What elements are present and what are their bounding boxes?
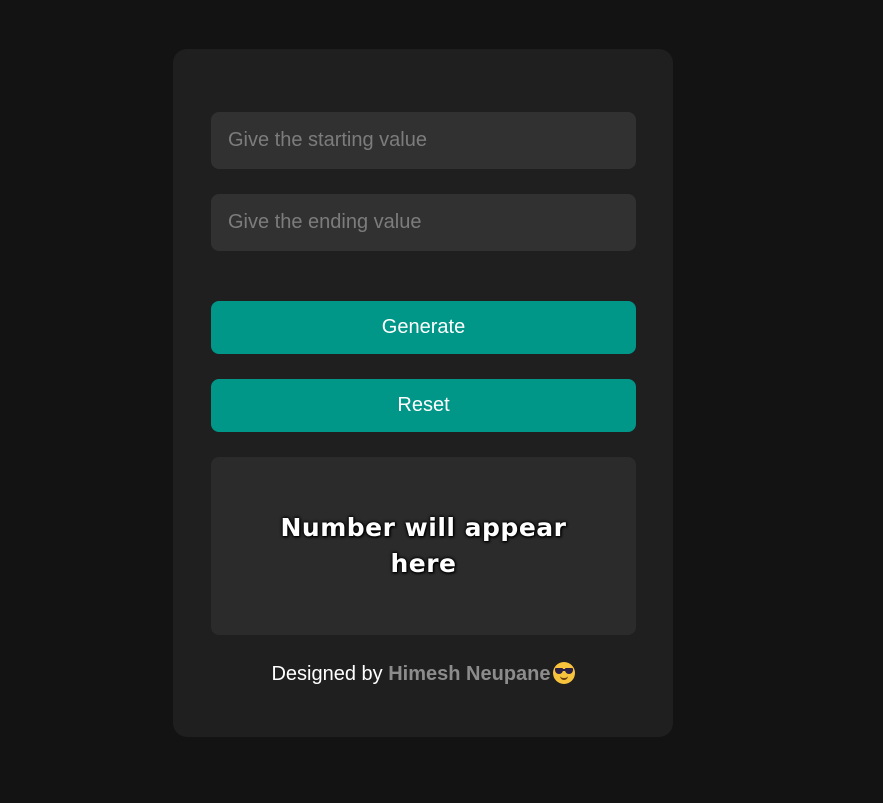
result-text: Number will appear here	[280, 513, 567, 578]
result-display: Number will appear here	[211, 457, 636, 635]
generator-card: Generate Reset Number will appear here D…	[173, 49, 673, 737]
starting-value-input[interactable]	[211, 112, 636, 169]
sunglasses-emoji-icon	[552, 662, 575, 684]
generate-button[interactable]: Generate	[211, 301, 636, 354]
footer-credit: Designed by Himesh Neupane	[173, 661, 673, 687]
credit-author: Himesh Neupane	[388, 663, 551, 685]
reset-button[interactable]: Reset	[211, 379, 636, 432]
ending-value-input[interactable]	[211, 194, 636, 251]
credit-prefix: Designed by	[271, 663, 383, 685]
